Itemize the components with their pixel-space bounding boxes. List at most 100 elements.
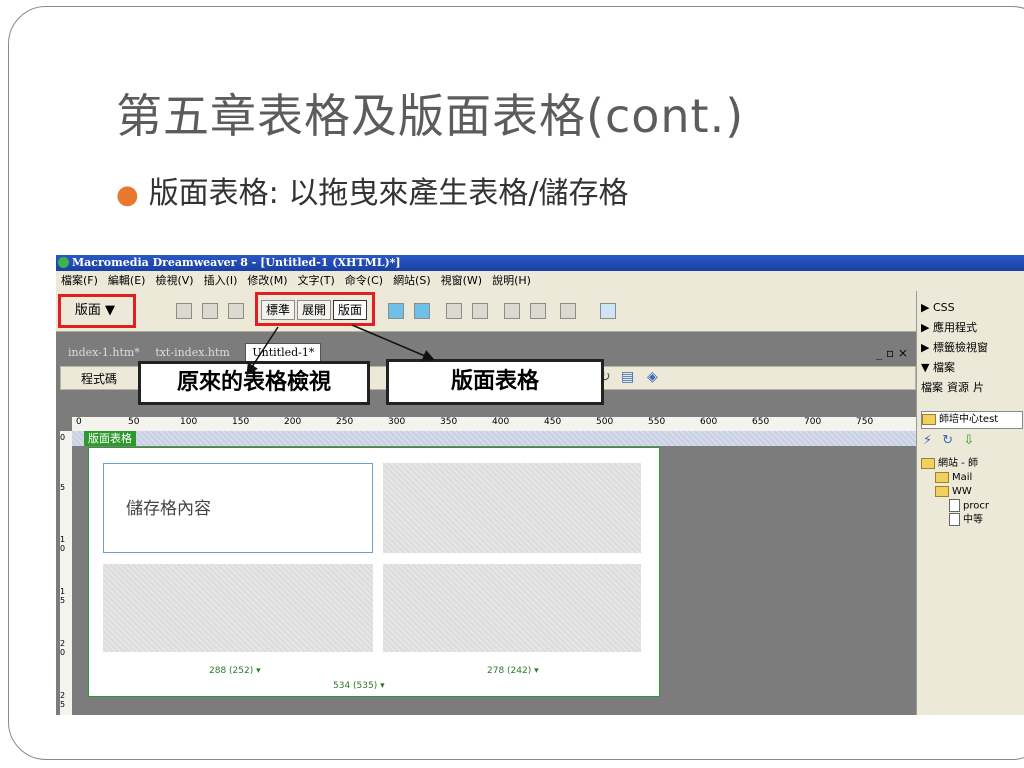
files-panel-header[interactable]: ▼ 檔案	[921, 359, 1021, 377]
menu-file[interactable]: 檔案(F)	[56, 271, 103, 291]
layout-table[interactable]: 儲存格內容 288 (252) ▾ 278 (242) ▾ 534 (535) …	[88, 447, 660, 697]
refresh-icon[interactable]: ↻	[942, 433, 953, 448]
ruler-mark: 600	[700, 417, 718, 427]
dreamweaver-app-icon	[58, 257, 69, 268]
ruler-mark: 700	[804, 417, 822, 427]
menu-modify[interactable]: 修改(M)	[242, 271, 292, 291]
insert-row-icon[interactable]	[446, 303, 462, 319]
layout-cell-icon[interactable]	[414, 303, 430, 319]
highlight-box-modes	[255, 292, 375, 326]
folder-icon	[922, 413, 936, 425]
code-view-button[interactable]: 程式碼	[81, 370, 117, 387]
design-canvas[interactable]: 版面表格 儲存格內容 288 (252) ▾ 278 (242) ▾ 534 (…	[72, 431, 916, 715]
tree-item[interactable]: WW	[921, 485, 1024, 499]
tree-label: WW	[952, 486, 972, 497]
connect-icon[interactable]: ⚡	[923, 433, 932, 448]
tabular-data-icon[interactable]	[600, 303, 616, 319]
menu-edit[interactable]: 編輯(E)	[103, 271, 151, 291]
document-area: index-1.htm* txt-index.htm Untitled-1* _…	[56, 332, 916, 715]
layout-cell-content[interactable]: 儲存格內容	[103, 463, 373, 553]
tab-index-1[interactable]: index-1.htm*	[68, 346, 140, 359]
ruler-mark: 150	[232, 417, 250, 427]
ruler-mark: 0	[76, 417, 82, 427]
layer-icon[interactable]	[228, 303, 244, 319]
tab-txt-index[interactable]: txt-index.htm	[155, 346, 230, 359]
frames-icon[interactable]	[560, 303, 576, 319]
table-width-label[interactable]: 534 (535) ▾	[333, 681, 385, 691]
ruler-mark: 450	[544, 417, 562, 427]
ruler-mark: 5	[60, 483, 66, 492]
get-files-icon[interactable]: ⇩	[963, 433, 974, 448]
files-toolbar: ⚡ ↻ ⇩	[923, 433, 974, 448]
files-panel-tabs: 檔案 資源片	[921, 379, 988, 395]
insert-column-right-icon[interactable]	[530, 303, 546, 319]
tree-label: Mail	[952, 472, 973, 483]
ruler-mark: 650	[752, 417, 770, 427]
layout-cell-empty[interactable]	[383, 564, 641, 652]
site-dropdown[interactable]: 師培中心test	[921, 411, 1023, 429]
column-2-width-label[interactable]: 278 (242) ▾	[487, 666, 539, 676]
ruler-mark: 0	[60, 433, 66, 442]
menu-help[interactable]: 說明(H)	[487, 271, 536, 291]
ruler-mark: 250	[336, 417, 354, 427]
site-name: 師培中心test	[939, 414, 999, 425]
folder-icon	[935, 485, 949, 497]
tab-assets[interactable]: 資源	[947, 381, 969, 394]
app-titlebar: Macromedia Dreamweaver 8 - [Untitled-1 (…	[56, 255, 1024, 271]
tag-inspector-panel-header[interactable]: ▶ 標籤檢視窗	[921, 339, 1021, 357]
insert-column-icon[interactable]	[504, 303, 520, 319]
bullet-text: 版面表格: 以拖曳來產生表格/儲存格	[148, 176, 629, 211]
window-title: Macromedia Dreamweaver 8 - [Untitled-1 (…	[72, 256, 401, 269]
bullet-dot-icon: ●	[116, 180, 139, 210]
tree-item[interactable]: 中等	[921, 513, 1024, 527]
tree-item[interactable]: procr	[921, 499, 1024, 513]
callout-original-table-view: 原來的表格檢視	[138, 361, 370, 405]
application-panel-header[interactable]: ▶ 應用程式	[921, 319, 1021, 337]
insert-toolbar: 版面 ▼ 標準 展開 版面	[56, 291, 916, 332]
layout-table-tab[interactable]: 版面表格	[84, 431, 136, 446]
menu-view[interactable]: 檢視(V)	[150, 271, 198, 291]
tree-item[interactable]: Mail	[921, 471, 1024, 485]
visual-aids-icon[interactable]: ◈	[647, 369, 658, 385]
insert-row-below-icon[interactable]	[472, 303, 488, 319]
menu-commands[interactable]: 命令(C)	[340, 271, 388, 291]
tab-snippets[interactable]: 片	[973, 381, 984, 394]
layout-cell-empty[interactable]	[383, 463, 641, 553]
menu-window[interactable]: 視窗(W)	[436, 271, 487, 291]
ruler-mark: 550	[648, 417, 666, 427]
ruler-mark: 400	[492, 417, 510, 427]
ruler-mark: 350	[440, 417, 458, 427]
ruler-mark: 100	[180, 417, 198, 427]
bullet-point: ● 版面表格: 以拖曳來產生表格/儲存格	[116, 168, 628, 212]
horizontal-ruler: 0 50 100 150 200 250 300 350 400 450 500…	[72, 417, 916, 432]
ruler-mark: 2 0	[60, 639, 66, 657]
table-icon[interactable]	[176, 303, 192, 319]
ruler-mark: 2 5	[60, 691, 66, 709]
tree-label: 網站 - 師	[938, 458, 978, 469]
folder-icon	[935, 471, 949, 483]
layout-table-icon[interactable]	[388, 303, 404, 319]
file-icon	[949, 513, 960, 526]
folder-icon	[921, 457, 935, 469]
menu-site[interactable]: 網站(S)	[388, 271, 436, 291]
view-options-icon[interactable]: ▤	[621, 369, 634, 385]
column-1-width-label[interactable]: 288 (252) ▾	[209, 666, 261, 676]
menu-text[interactable]: 文字(T)	[292, 271, 339, 291]
ruler-mark: 1 0	[60, 535, 66, 553]
layout-cell-empty[interactable]	[103, 564, 373, 652]
tree-label: procr	[963, 500, 989, 512]
vertical-ruler: 0 5 1 0 1 5 2 0 2 5	[60, 431, 72, 715]
menu-bar: 檔案(F) 編輯(E) 檢視(V) 插入(I) 修改(M) 文字(T) 命令(C) 網站(S)…	[56, 271, 1024, 291]
ruler-mark: 750	[856, 417, 874, 427]
menu-insert[interactable]: 插入(I)	[199, 271, 243, 291]
tab-untitled-1[interactable]: Untitled-1*	[245, 343, 322, 362]
tree-item[interactable]: 網站 - 師	[921, 457, 1024, 471]
tab-files[interactable]: 檔案	[921, 381, 943, 394]
insert-div-icon[interactable]	[202, 303, 218, 319]
ruler-mark: 50	[128, 417, 140, 427]
css-panel-header[interactable]: ▶ CSS	[921, 299, 1021, 317]
window-controls[interactable]: _ ▫ ×	[876, 342, 908, 364]
highlight-box-view-mode	[58, 294, 136, 328]
ruler-mark: 500	[596, 417, 614, 427]
slide-title: 第五章表格及版面表格(cont.)	[116, 89, 745, 143]
